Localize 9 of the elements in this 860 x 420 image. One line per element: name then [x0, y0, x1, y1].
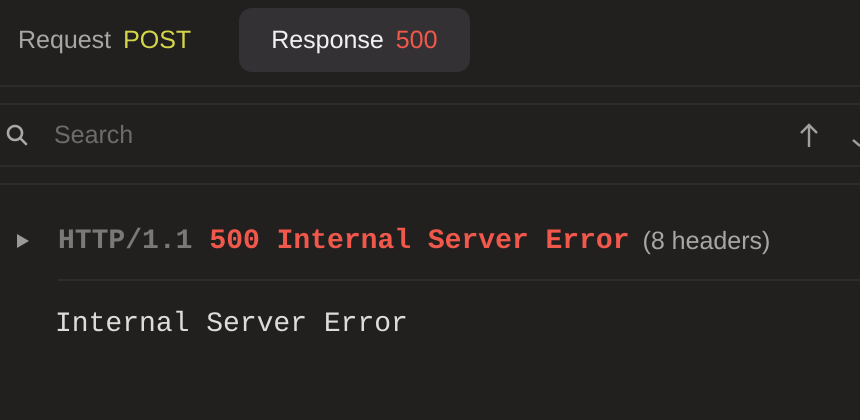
search-icon	[6, 124, 28, 146]
protocol-text: HTTP/1.1	[58, 226, 192, 256]
search-field[interactable]: Search	[52, 120, 799, 150]
response-body: Internal Server Error	[55, 309, 409, 340]
status-code: 500 Internal Server Error	[209, 226, 630, 256]
tab[interactable]: Request POST	[0, 8, 210, 72]
tab[interactable]: Response 500	[239, 8, 470, 72]
header-count: (8 headers)	[642, 226, 770, 256]
arrow-up-icon[interactable]	[799, 122, 819, 148]
